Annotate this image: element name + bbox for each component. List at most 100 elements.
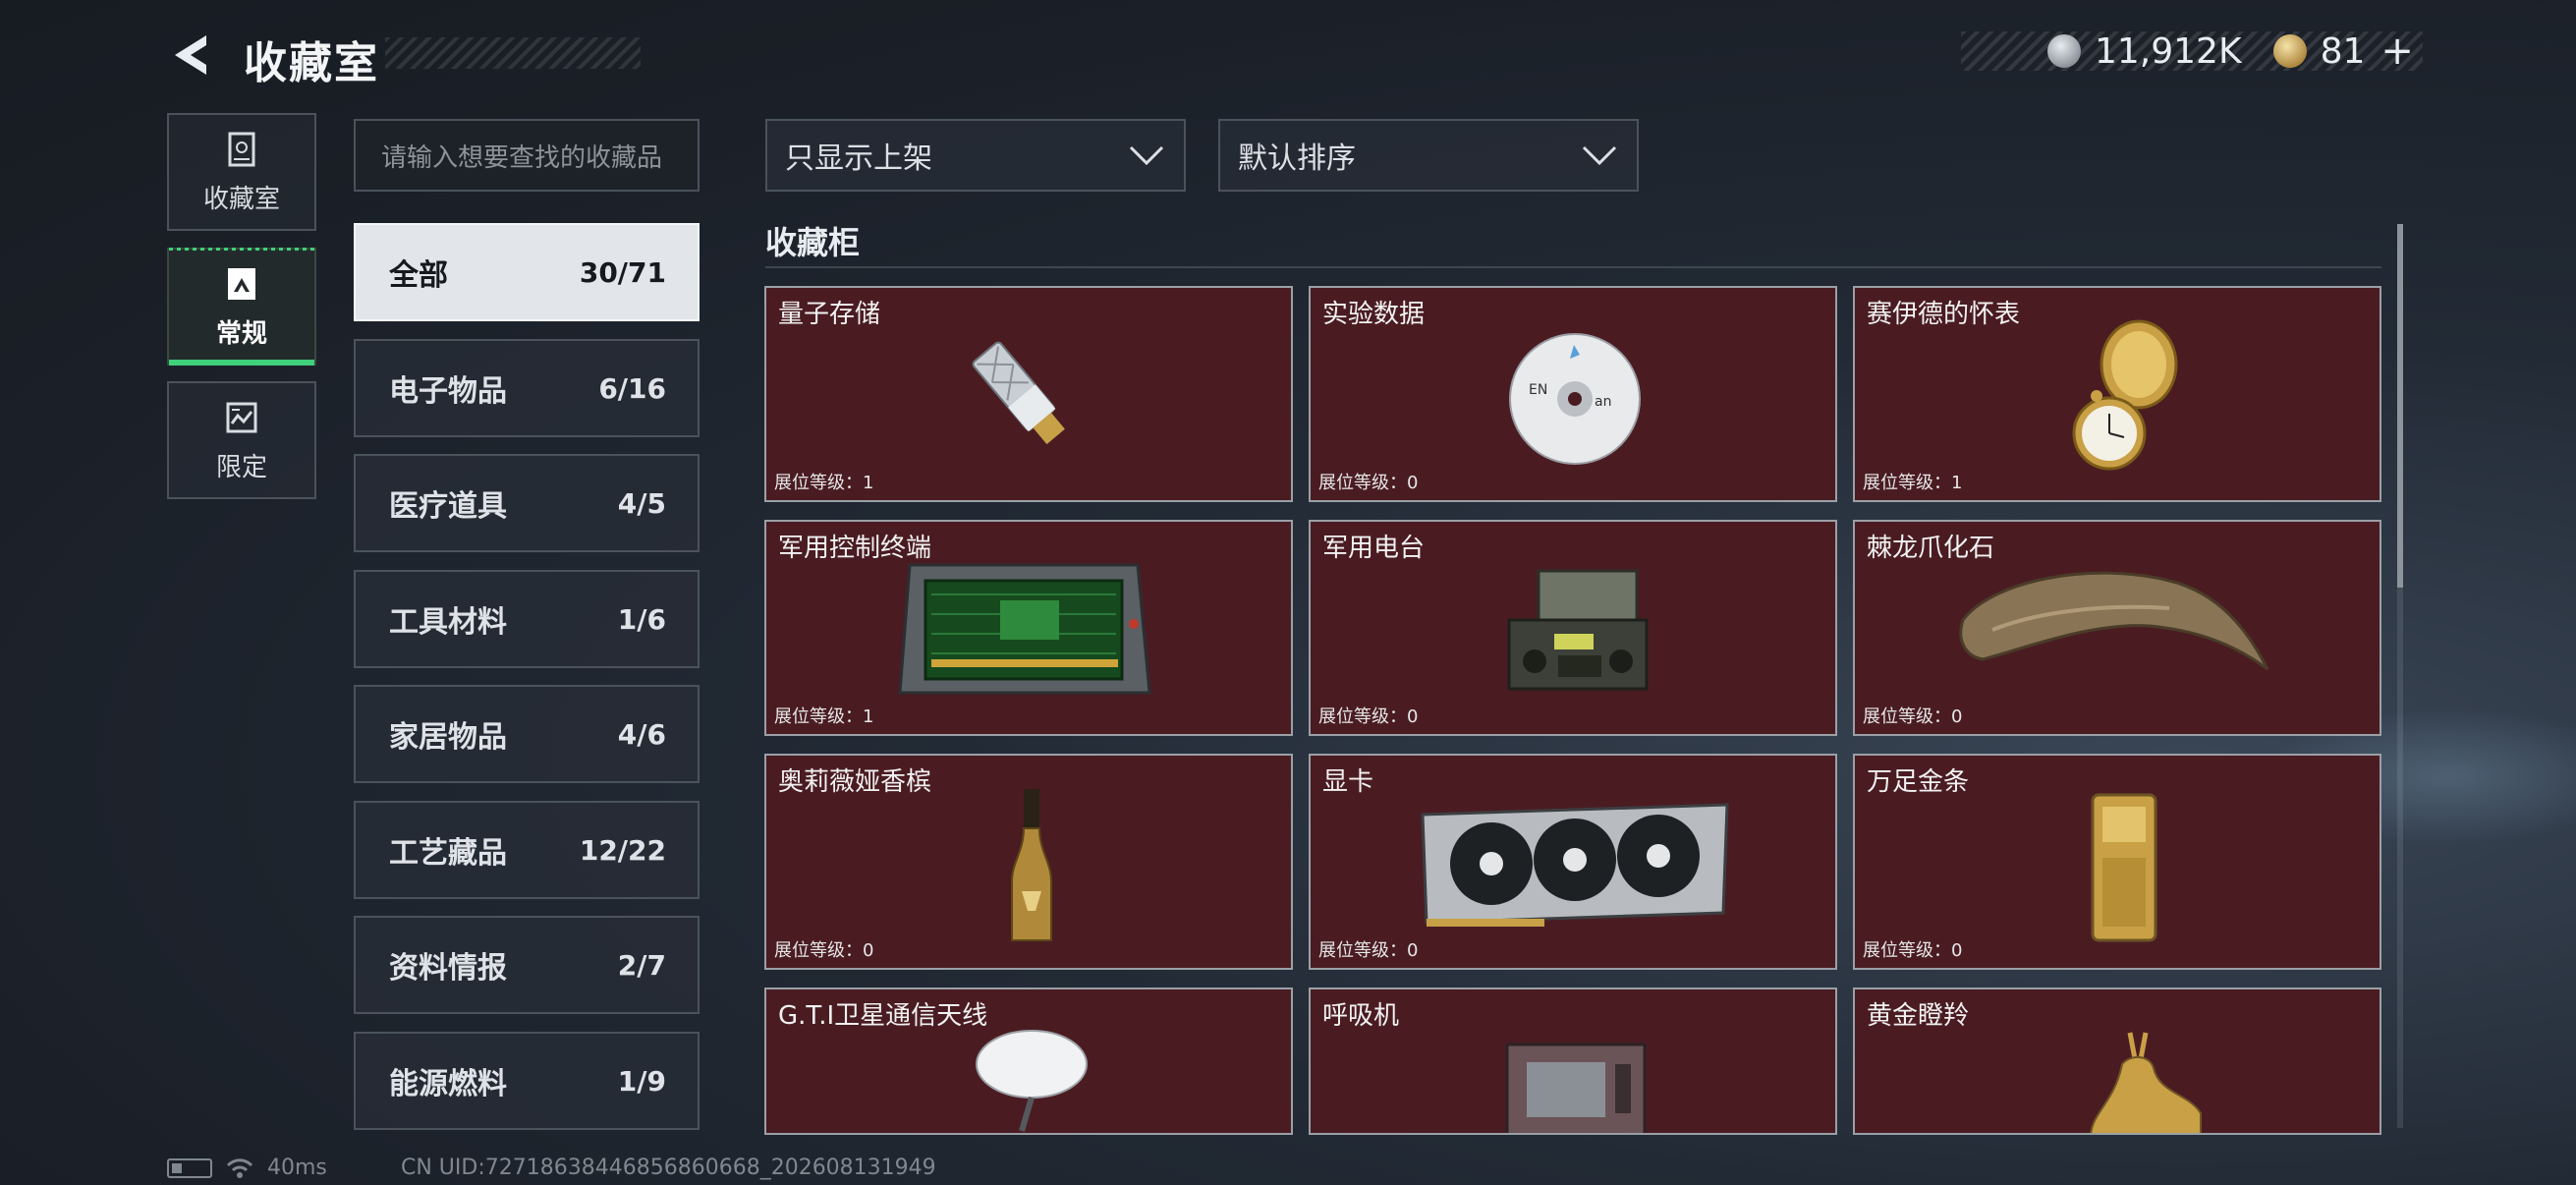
item-card[interactable]: 万足金条 展位等级：0 — [1853, 754, 2381, 970]
item-card[interactable]: 棘龙爪化石 展位等级：0 — [1853, 520, 2381, 736]
item-level: 展位等级：0 — [1318, 940, 1419, 961]
category-name: 资料情报 — [389, 951, 507, 986]
category-count: 2/7 — [617, 948, 666, 982]
svg-text:an: an — [1595, 394, 1611, 410]
search-input[interactable]: 请输入想要查找的收藏品 — [354, 119, 700, 192]
nav-label: 收藏室 — [202, 184, 280, 214]
category-medical[interactable]: 医疗道具 4/5 — [354, 454, 700, 552]
item-name: G.T.I卫星通信天线 — [778, 1001, 988, 1031]
item-card[interactable]: 军用控制终端 展位等级：1 — [764, 520, 1293, 736]
category-name: 工具材料 — [389, 605, 507, 640]
ventilator-icon — [1505, 1043, 1647, 1133]
category-crafts[interactable]: 工艺藏品 12/22 — [354, 801, 700, 899]
currency-bar: 11,912K 81 + — [1961, 28, 2423, 74]
add-currency-button[interactable]: + — [2380, 28, 2414, 74]
item-card[interactable]: 黄金瞪羚 — [1853, 988, 2381, 1135]
category-tools[interactable]: 工具材料 1/6 — [354, 570, 700, 668]
gold-currency-value: 81 — [2320, 30, 2366, 72]
section-title: 收藏柜 — [765, 224, 861, 261]
category-name: 工艺藏品 — [389, 836, 507, 871]
item-name: 赛伊德的怀表 — [1867, 300, 2021, 329]
sort-value: 默认排序 — [1238, 141, 1356, 176]
item-name: 显卡 — [1322, 767, 1374, 797]
section-divider — [765, 266, 2381, 268]
item-card[interactable]: 显卡 展位等级：0 — [1309, 754, 1837, 970]
limited-icon — [226, 402, 257, 432]
category-name: 全部 — [389, 258, 448, 293]
category-electronics[interactable]: 电子物品 6/16 — [354, 339, 700, 437]
usb-drive-icon — [972, 341, 1065, 445]
wifi-icon — [226, 1157, 253, 1178]
nav-label: 常规 — [215, 318, 267, 349]
scrollbar-thumb[interactable] — [2397, 224, 2403, 588]
battery-icon — [167, 1157, 212, 1178]
item-level: 展位等级：1 — [1863, 473, 1963, 493]
display-filter-dropdown[interactable]: 只显示上架 — [765, 119, 1186, 192]
champagne-bottle-icon — [1011, 789, 1052, 941]
claw-fossil-icon — [1959, 571, 2269, 671]
item-card[interactable]: 奥莉薇娅香槟 展位等级：0 — [764, 754, 1293, 970]
status-bar: 40ms — [167, 1156, 327, 1180]
title-decoration — [385, 37, 641, 69]
item-name: 奥莉薇娅香槟 — [778, 767, 932, 797]
category-all[interactable]: 全部 30/71 — [354, 223, 700, 321]
picture-icon — [228, 267, 255, 300]
ping-value: 40ms — [267, 1156, 327, 1180]
chevron-down-icon — [1582, 145, 1617, 166]
category-count: 4/5 — [617, 486, 666, 520]
item-name: 黄金瞪羚 — [1867, 1001, 1970, 1031]
pocket-watch-icon — [2072, 319, 2178, 471]
category-name: 电子物品 — [389, 374, 507, 409]
military-radio-icon — [1507, 569, 1649, 691]
item-card[interactable]: 呼吸机 — [1309, 988, 1837, 1135]
nav-label: 限定 — [215, 452, 267, 482]
category-name: 家居物品 — [389, 720, 507, 755]
user-uid: CN UID:72718638446856860668_202608131949 — [401, 1156, 936, 1180]
category-count: 12/22 — [579, 833, 666, 867]
gold-coin-icon — [2272, 34, 2307, 68]
sort-dropdown[interactable]: 默认排序 — [1218, 119, 1639, 192]
cd-disc-icon: EN an — [1509, 333, 1641, 465]
category-name: 医疗道具 — [389, 489, 507, 524]
category-count: 6/16 — [598, 371, 666, 405]
gold-gazelle-icon — [2090, 1032, 2202, 1133]
item-name: 棘龙爪化石 — [1867, 534, 1995, 563]
category-count: 4/6 — [617, 717, 666, 751]
item-card[interactable]: 军用电台 展位等级：0 — [1309, 520, 1837, 736]
item-level: 展位等级：0 — [1318, 706, 1419, 727]
nav-limited[interactable]: 限定 — [167, 381, 316, 499]
category-count: 30/71 — [579, 255, 666, 289]
category-count: 1/9 — [617, 1064, 666, 1098]
item-level: 展位等级：0 — [1863, 706, 1963, 727]
item-level: 展位等级：0 — [1863, 940, 1963, 961]
item-card[interactable]: 实验数据 EN an 展位等级：0 — [1309, 286, 1837, 502]
item-name: 军用电台 — [1322, 534, 1426, 563]
item-card[interactable]: 量子存储 展位等级：1 — [764, 286, 1293, 502]
item-name: 呼吸机 — [1322, 1001, 1400, 1031]
back-arrow-icon[interactable] — [167, 29, 218, 81]
category-name: 能源燃料 — [389, 1067, 507, 1101]
nav-collection-room[interactable]: 收藏室 — [167, 113, 316, 231]
page-title: 收藏室 — [244, 38, 379, 88]
graphics-card-icon — [1421, 803, 1729, 927]
item-name: 量子存储 — [778, 300, 881, 329]
item-name: 实验数据 — [1322, 300, 1426, 329]
display-filter-value: 只显示上架 — [785, 141, 932, 176]
item-name: 万足金条 — [1867, 767, 1970, 797]
silver-currency-value: 11,912K — [2095, 30, 2242, 72]
item-card[interactable]: G.T.I卫星通信天线 — [764, 988, 1293, 1135]
item-card[interactable]: 赛伊德的怀表 展位等级：1 — [1853, 286, 2381, 502]
category-intel[interactable]: 资料情报 2/7 — [354, 916, 700, 1014]
category-count: 1/6 — [617, 602, 666, 636]
category-energy[interactable]: 能源燃料 1/9 — [354, 1032, 700, 1130]
item-level: 展位等级：1 — [774, 706, 874, 727]
satellite-dish-icon — [976, 1030, 1088, 1132]
nav-regular[interactable]: 常规 — [167, 248, 316, 366]
svg-text:EN: EN — [1529, 382, 1547, 398]
gold-bar-icon — [2091, 793, 2157, 942]
item-level: 展位等级：1 — [774, 473, 874, 493]
control-terminal-icon — [898, 563, 1151, 695]
item-level: 展位等级：0 — [774, 940, 874, 961]
category-household[interactable]: 家居物品 4/6 — [354, 685, 700, 783]
item-level: 展位等级：0 — [1318, 473, 1419, 493]
